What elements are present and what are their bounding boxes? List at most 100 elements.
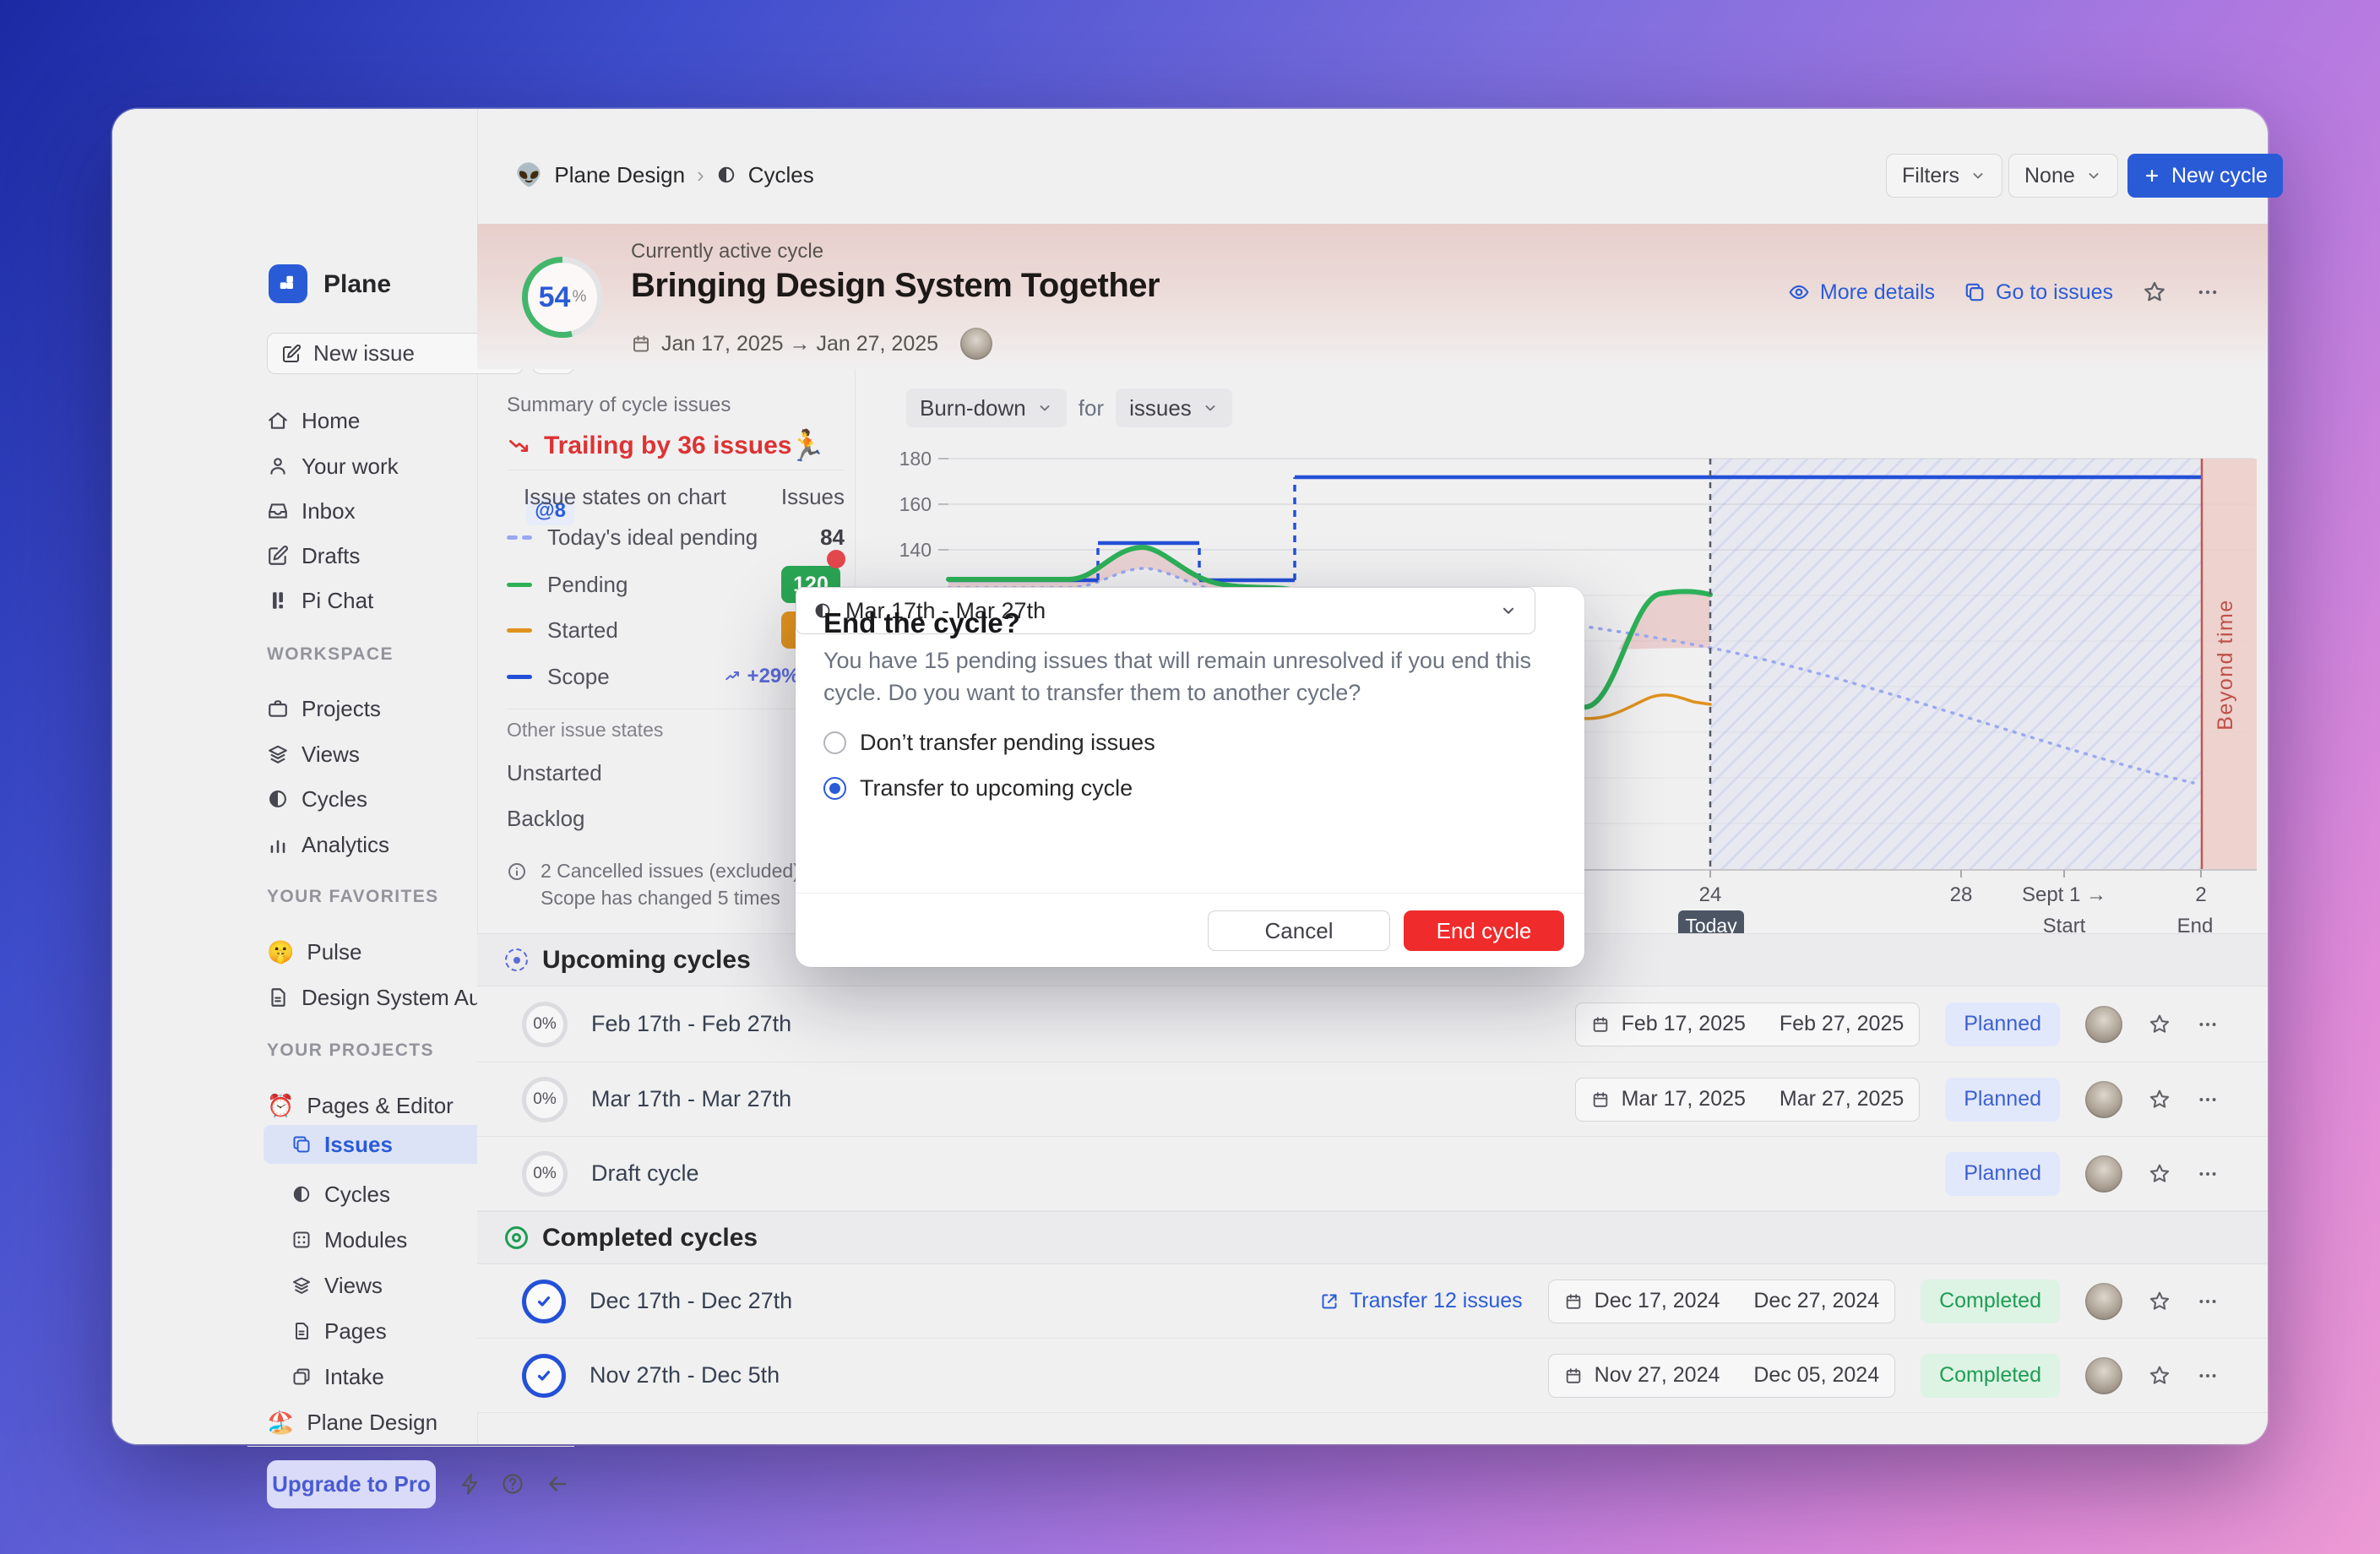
started-label: Started xyxy=(547,617,618,644)
option-transfer-upcoming-label: Transfer to upcoming cycle xyxy=(860,775,1133,801)
cycle-icon xyxy=(716,165,736,185)
sidebar-item-label: Pi Chat xyxy=(302,588,373,614)
cycle-row-title[interactable]: Mar 17th - Mar 27th xyxy=(591,1086,791,1112)
transfer-icon xyxy=(1319,1291,1339,1312)
date-range-pill[interactable]: Feb 17, 2025 Feb 27, 2025 xyxy=(1575,1002,1921,1046)
upcoming-cycles-title: Upcoming cycles xyxy=(542,946,751,975)
sidebar-item-label: Home xyxy=(302,408,360,434)
cycle-row-title[interactable]: Feb 17th - Feb 27th xyxy=(591,1011,791,1037)
pi-chat-icon xyxy=(267,590,289,611)
modal-title: End the cycle? xyxy=(823,607,1020,639)
option-dont-transfer[interactable]: Don’t transfer pending issues xyxy=(823,730,1155,756)
sidebar-item-label: Analytics xyxy=(302,832,389,858)
more-options-icon[interactable] xyxy=(2197,1163,2219,1185)
favorite-star-icon[interactable] xyxy=(2148,1290,2171,1313)
active-cycle-title[interactable]: Bringing Design System Together xyxy=(631,267,1160,305)
completed-cycles-title: Completed cycles xyxy=(542,1224,758,1252)
cancelled-note: 2 Cancelled issues (excluded) xyxy=(507,860,800,883)
date-range-pill[interactable]: Nov 27, 2024 Dec 05, 2024 xyxy=(1548,1354,1895,1398)
assignee-avatar[interactable] xyxy=(2085,1006,2122,1043)
start-date: Dec 17, 2024 xyxy=(1595,1289,1720,1313)
more-options-icon[interactable] xyxy=(2197,1013,2219,1035)
layout-select[interactable]: None xyxy=(2008,154,2118,198)
assignee-avatar[interactable] xyxy=(2085,1357,2122,1394)
chart-entity-select[interactable]: issues xyxy=(1116,388,1232,427)
cycle-progress-badge: 0% xyxy=(522,1077,568,1122)
collapse-sidebar-button[interactable] xyxy=(539,1465,576,1502)
cycle-row-dec[interactable]: Dec 17th - Dec 27th Transfer 12 issues D… xyxy=(477,1264,2268,1339)
status-badge: Completed xyxy=(1921,1354,2060,1398)
more-options-icon[interactable] xyxy=(2197,1365,2219,1387)
favorite-star-icon[interactable] xyxy=(2148,1162,2171,1186)
more-options-icon[interactable] xyxy=(2197,1089,2219,1111)
upgrade-to-pro-button[interactable]: Upgrade to Pro xyxy=(267,1460,436,1508)
beyond-time-label: Beyond time xyxy=(2214,599,2237,730)
cycle-row-feb[interactable]: 0% Feb 17th - Feb 27th Feb 17, 2025 Feb … xyxy=(477,986,2268,1062)
pending-vs-ideal-fill-right xyxy=(1618,591,1710,649)
date-range-pill[interactable]: Mar 17, 2025 Mar 27, 2025 xyxy=(1575,1078,1921,1122)
today-badge-label: Today xyxy=(1685,915,1737,933)
chevron-down-icon xyxy=(2085,167,2102,184)
backlog-row: Backlog xyxy=(507,800,845,837)
layers-icon xyxy=(291,1275,312,1296)
radio-selected-icon[interactable] xyxy=(823,777,846,800)
chevron-down-icon xyxy=(1499,601,1518,620)
start-date: Mar 17, 2025 xyxy=(1622,1087,1746,1111)
cycle-row-title[interactable]: Dec 17th - Dec 27th xyxy=(590,1288,792,1314)
cycle-row-title[interactable]: Draft cycle xyxy=(591,1160,699,1187)
status-badge: Planned xyxy=(1945,1078,2060,1122)
cycle-icon xyxy=(267,788,289,810)
progress-unit: % xyxy=(572,288,586,307)
chart-metric-select[interactable]: Burn-down xyxy=(906,388,1067,427)
end-date: Mar 27, 2025 xyxy=(1780,1087,1904,1111)
section-your-projects: YOUR PROJECTS xyxy=(267,1041,434,1061)
favorite-star-icon[interactable] xyxy=(2148,1364,2171,1388)
assignee-avatar[interactable] xyxy=(2085,1155,2122,1193)
progress-number: 54 xyxy=(539,281,571,314)
assignee-avatar[interactable] xyxy=(2085,1081,2122,1118)
active-cycle-eyebrow: Currently active cycle xyxy=(631,240,823,264)
option-transfer-upcoming[interactable]: Transfer to upcoming cycle xyxy=(823,775,1133,801)
section-workspace: WORKSPACE xyxy=(267,644,394,665)
go-to-issues-button[interactable]: Go to issues xyxy=(1964,280,2113,305)
shortcuts-button[interactable] xyxy=(452,1465,489,1502)
pending-line-swatch xyxy=(507,583,532,587)
more-details-button[interactable]: More details xyxy=(1788,280,1935,305)
beach-emoji-icon: 🏖️ xyxy=(267,1410,294,1436)
more-options-icon[interactable] xyxy=(2196,280,2220,304)
sidebar-item-label: Views xyxy=(302,742,360,768)
cycle-lead-avatar[interactable] xyxy=(960,328,992,360)
cycle-progress-badge: 0% xyxy=(522,1002,568,1047)
chart-metric-value: Burn-down xyxy=(920,395,1026,421)
completed-cycles-header: Completed cycles xyxy=(477,1211,2268,1264)
cycle-row-draft[interactable]: 0% Draft cycle Planned xyxy=(477,1137,2268,1211)
date-range-pill[interactable]: Dec 17, 2024 Dec 27, 2024 xyxy=(1548,1280,1895,1323)
cancel-button[interactable]: Cancel xyxy=(1208,910,1390,951)
sidebar-item-label: Views xyxy=(324,1273,383,1299)
radio-unselected-icon[interactable] xyxy=(823,731,846,754)
assignee-avatar[interactable] xyxy=(2085,1283,2122,1320)
cycle-row-nov[interactable]: Nov 27th - Dec 5th Nov 27, 2024 Dec 05, … xyxy=(477,1339,2268,1413)
help-button[interactable] xyxy=(494,1465,531,1502)
cycle-row-mar[interactable]: 0% Mar 17th - Mar 27th Mar 17, 2025 Mar … xyxy=(477,1062,2268,1137)
pulse-emoji-icon: 🤫 xyxy=(267,939,294,965)
summary-title: Summary of cycle issues xyxy=(507,394,731,417)
more-options-icon[interactable] xyxy=(2197,1290,2219,1312)
transfer-issues-button[interactable]: Transfer 12 issues xyxy=(1319,1289,1523,1313)
breadcrumb-page[interactable]: Cycles xyxy=(748,162,814,188)
workspace-name[interactable]: Plane xyxy=(323,270,391,299)
inbox-icon xyxy=(267,500,289,522)
breadcrumb-project[interactable]: Plane Design xyxy=(554,162,685,188)
plane-logo[interactable] xyxy=(269,264,307,303)
calendar-icon xyxy=(1564,1367,1583,1385)
favorite-star-icon[interactable] xyxy=(2142,280,2167,305)
filters-button[interactable]: Filters xyxy=(1886,154,2002,198)
favorite-star-icon[interactable] xyxy=(2148,1013,2171,1036)
cycle-progress-value: 54% xyxy=(522,257,603,338)
check-icon xyxy=(533,1290,555,1312)
favorite-star-icon[interactable] xyxy=(2148,1088,2171,1111)
new-cycle-button[interactable]: New cycle xyxy=(2127,154,2283,198)
end-cycle-button[interactable]: End cycle xyxy=(1404,910,1564,951)
lightning-icon xyxy=(459,1472,482,1496)
cycle-row-title[interactable]: Nov 27th - Dec 5th xyxy=(590,1362,780,1388)
